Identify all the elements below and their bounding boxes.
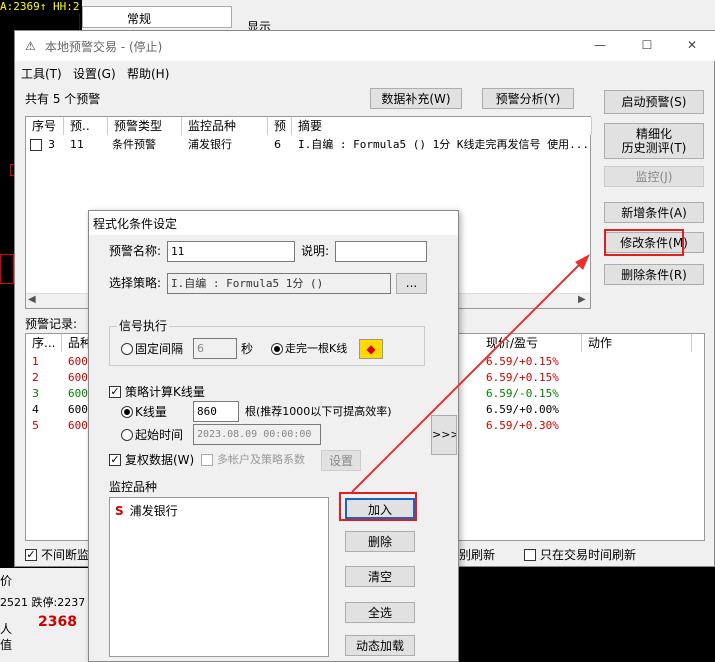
arrow-line xyxy=(351,257,587,493)
annotation-arrow xyxy=(351,254,590,493)
